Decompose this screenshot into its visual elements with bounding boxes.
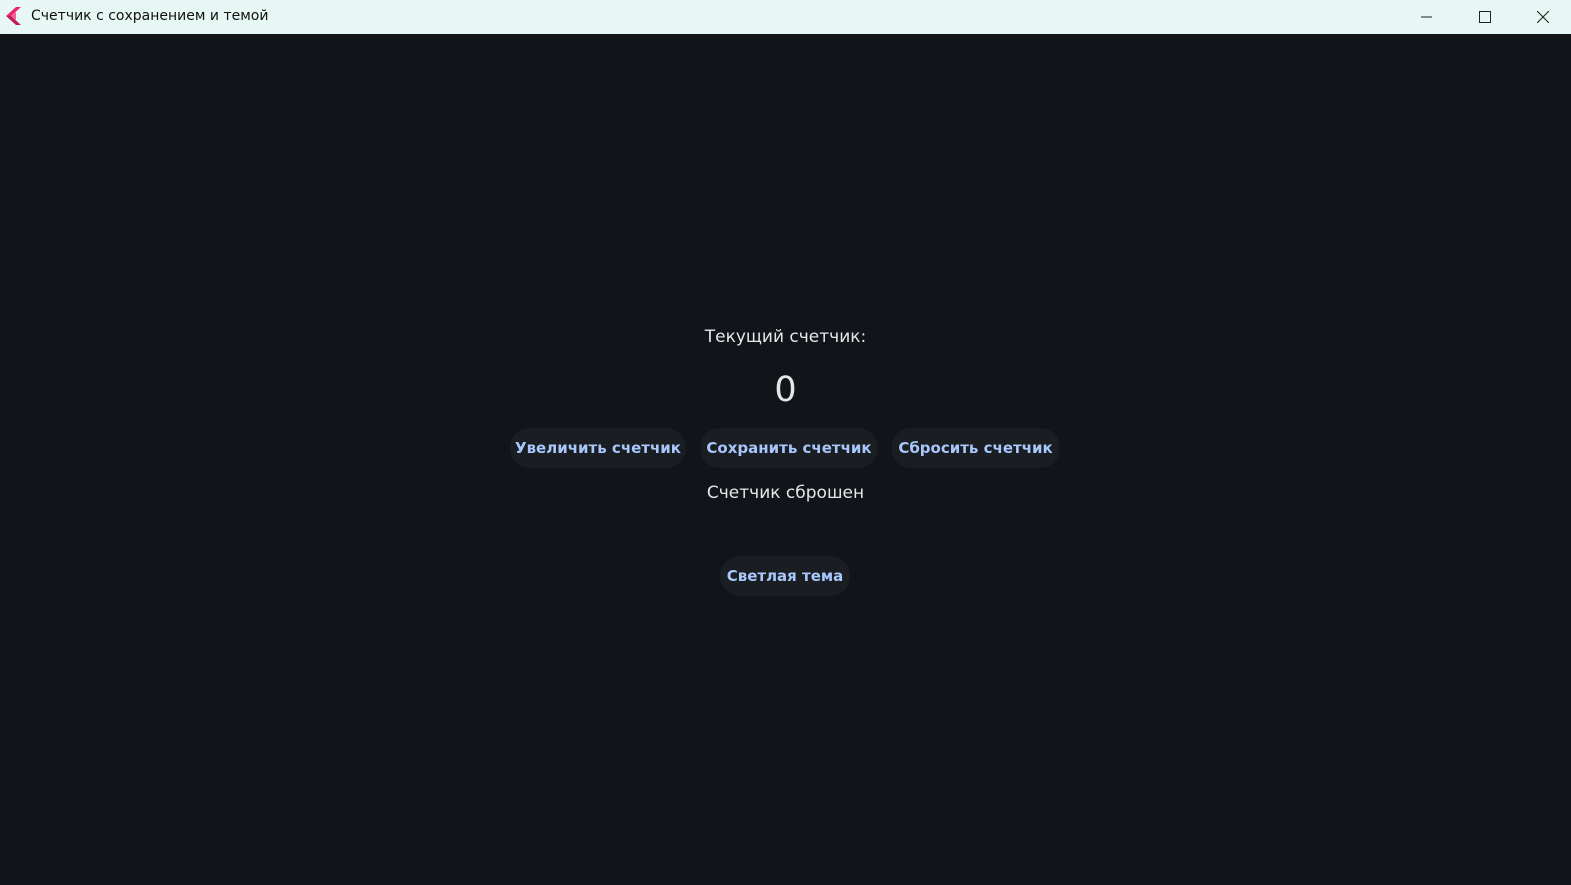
window-title: Счетчик с сохранением и темой (31, 8, 269, 24)
maximize-icon (1479, 11, 1491, 23)
counter-value: 0 (774, 370, 797, 410)
close-button[interactable] (1514, 0, 1571, 34)
app-window: Счетчик с сохранением и темой Текущий сч… (0, 0, 1571, 885)
reset-button[interactable]: Сбросить счетчик (891, 428, 1060, 468)
title-bar[interactable]: Счетчик с сохранением и темой (0, 0, 1571, 34)
maximize-button[interactable] (1456, 0, 1514, 34)
minimize-button[interactable] (1398, 0, 1456, 34)
close-icon (1537, 11, 1549, 23)
theme-toggle-button[interactable]: Светлая тема (720, 556, 850, 596)
save-button[interactable]: Сохранить счетчик (700, 428, 878, 468)
main-content: Текущий счетчик: 0 Увеличить счетчик Сох… (0, 34, 1571, 885)
status-message: Счетчик сброшен (706, 483, 865, 503)
flutter-icon (6, 7, 22, 25)
counter-label: Текущий счетчик: (704, 327, 867, 347)
increment-button[interactable]: Увеличить счетчик (510, 428, 686, 468)
minimize-icon (1421, 11, 1433, 23)
action-buttons: Увеличить счетчик Сохранить счетчик Сбро… (0, 428, 1571, 468)
